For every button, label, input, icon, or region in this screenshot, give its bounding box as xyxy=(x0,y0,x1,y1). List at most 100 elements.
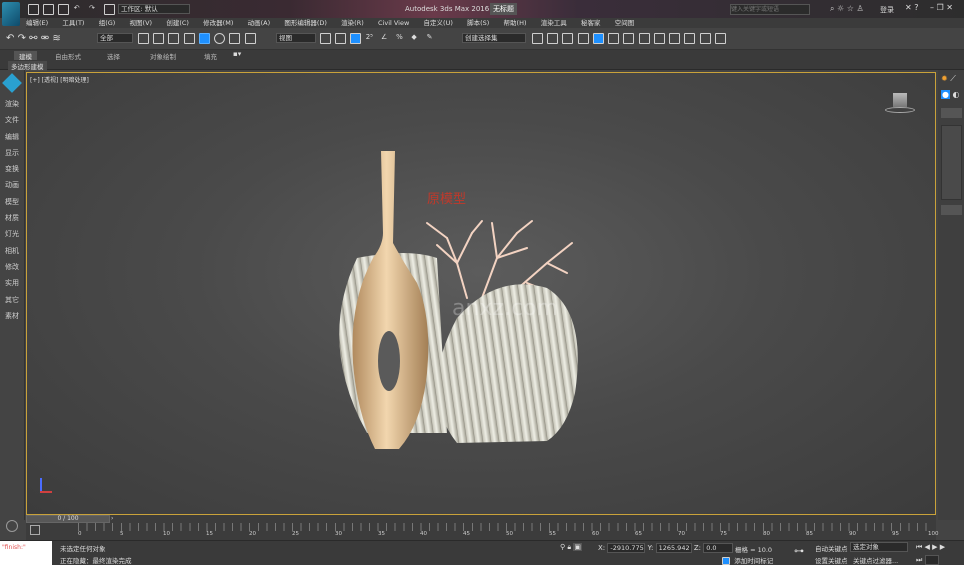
geometry-icon[interactable]: ● xyxy=(941,90,950,99)
perspective-viewport[interactable]: [+] [透视] [明暗处理] 原模型 anxz.com xyxy=(26,72,936,515)
place-icon[interactable] xyxy=(244,33,256,44)
mirror-icon[interactable] xyxy=(532,33,543,44)
open-file-icon[interactable] xyxy=(43,4,55,15)
prev-frame-icon[interactable]: ◀ xyxy=(925,543,930,551)
add-time-tag-icon[interactable] xyxy=(722,557,730,565)
next-frame-icon[interactable]: ▶ xyxy=(940,543,945,551)
menu-item[interactable]: 图形编辑器(D) xyxy=(284,18,327,28)
lock-icon[interactable]: 🔒︎ xyxy=(567,543,571,551)
menu-item[interactable]: 视图(V) xyxy=(130,18,153,28)
x-coord-field[interactable]: -2910.775 xyxy=(607,543,646,553)
left-panel-item[interactable]: 变换 xyxy=(0,161,24,177)
menu-item[interactable]: 自定义(U) xyxy=(424,18,453,28)
layer-manager-icon[interactable] xyxy=(562,33,574,44)
timeline-ticks[interactable] xyxy=(78,523,934,531)
left-panel-item[interactable]: 修改 xyxy=(0,259,24,275)
selection-filter-dropdown[interactable]: 全部 xyxy=(97,33,133,43)
reference-coordinate-dropdown[interactable]: 视图 xyxy=(276,33,316,43)
select-scale-icon[interactable] xyxy=(229,33,241,44)
bind-space-warp-icon[interactable]: ≋ xyxy=(52,33,60,44)
goto-end-icon[interactable]: ⏭ xyxy=(916,556,922,564)
search-input[interactable] xyxy=(730,4,810,15)
auto-key-button[interactable]: 自动关键点 xyxy=(815,543,848,553)
spinner-snap-icon[interactable]: ◆ xyxy=(411,33,422,44)
shapes-icon[interactable]: ◐ xyxy=(953,90,960,99)
left-panel-item[interactable]: 其它 xyxy=(0,292,24,308)
render-production-icon[interactable] xyxy=(669,33,681,44)
create-tab-icon[interactable]: ✹ xyxy=(941,74,948,83)
menu-item[interactable]: 脚本(S) xyxy=(467,18,489,28)
y-coord-field[interactable]: 1265.942 xyxy=(655,543,692,553)
select-object-icon[interactable] xyxy=(138,33,149,44)
minimize-icon[interactable]: – xyxy=(930,3,934,12)
modify-tab-icon[interactable]: ⟋ xyxy=(950,74,956,83)
left-panel-item[interactable]: 显示 xyxy=(0,145,24,161)
community-icon[interactable]: ☼ xyxy=(837,4,844,13)
menu-item[interactable]: 工具(T) xyxy=(62,18,84,28)
named-selection-dropdown[interactable]: 创建选择集 xyxy=(462,33,526,43)
close-icon[interactable]: ✕ xyxy=(946,3,953,12)
current-frame-field[interactable] xyxy=(924,555,939,565)
undo-icon[interactable]: ↶ xyxy=(6,33,14,44)
left-panel-item[interactable]: 渲染 xyxy=(0,96,24,112)
window-crossing-icon[interactable] xyxy=(183,33,195,44)
left-panel-item[interactable]: 模型 xyxy=(0,194,24,210)
z-coord-field[interactable]: 0.0 xyxy=(703,543,734,553)
workspace-dropdown[interactable]: 工作区: 默认 xyxy=(118,4,190,14)
snap-icon[interactable]: 2⁵ xyxy=(366,33,377,44)
unlink-icon[interactable]: ⚮ xyxy=(41,33,49,44)
selected-object-dropdown[interactable]: 选定对象 xyxy=(850,542,908,552)
absolute-mode-icon[interactable]: ▣ xyxy=(573,543,582,551)
project-folder-icon[interactable] xyxy=(104,4,116,15)
isolate-icon[interactable]: ⚲ xyxy=(560,543,565,551)
menu-item[interactable]: 创建(C) xyxy=(166,18,189,28)
ribbon-options-icon[interactable]: ▪▾ xyxy=(233,50,241,58)
goto-start-icon[interactable]: ⏮ xyxy=(916,543,922,551)
time-slider[interactable]: 0 / 100 xyxy=(26,515,110,523)
new-file-icon[interactable] xyxy=(28,4,39,15)
menu-item[interactable]: 渲染工具 xyxy=(541,18,567,28)
left-panel-item[interactable]: 文件 xyxy=(0,112,24,128)
edit-named-sets-icon[interactable]: ✎ xyxy=(427,33,438,44)
left-panel-item[interactable]: 实用 xyxy=(0,275,24,291)
undo-icon[interactable]: ↶ xyxy=(74,4,85,15)
restore-icon[interactable]: ❐ xyxy=(937,3,944,12)
left-panel-item[interactable]: 动画 xyxy=(0,177,24,193)
app-home-icon[interactable] xyxy=(0,70,24,96)
add-time-tag[interactable]: 添加时间标记 xyxy=(734,557,773,565)
keyboard-shortcut-icon[interactable] xyxy=(350,33,362,44)
pivot-center-icon[interactable] xyxy=(320,33,331,44)
left-panel-item[interactable]: 素材 xyxy=(0,308,24,324)
left-panel-item[interactable]: 灯光 xyxy=(0,226,24,242)
login-button[interactable]: 登录 xyxy=(880,5,894,15)
menu-item[interactable]: 帮助(H) xyxy=(504,18,527,28)
menu-item[interactable]: 渲染(R) xyxy=(341,18,364,28)
schematic-view-icon[interactable] xyxy=(608,33,620,44)
material-editor-icon[interactable] xyxy=(623,33,635,44)
curve-editor-icon[interactable] xyxy=(592,33,604,44)
rect-region-icon[interactable] xyxy=(168,33,180,44)
timeline-left-button-icon[interactable] xyxy=(6,520,18,532)
render-iterative-icon[interactable] xyxy=(684,33,696,44)
set-key-button[interactable]: 设置关键点 xyxy=(815,555,848,565)
left-panel-item[interactable]: 相机 xyxy=(0,243,24,259)
render-setup-icon[interactable] xyxy=(638,33,650,44)
teapot-render-icon[interactable] xyxy=(714,33,726,44)
menu-item[interactable]: 空间图 xyxy=(615,18,635,28)
help-icon[interactable]: ? xyxy=(914,3,918,12)
select-by-name-icon[interactable] xyxy=(153,33,165,44)
menu-item[interactable]: 动画(A) xyxy=(248,18,271,28)
mini-curve-toggle-icon[interactable] xyxy=(30,525,40,535)
angle-snap-icon[interactable]: ∠ xyxy=(381,33,392,44)
maxscript-listener[interactable]: "finish:" xyxy=(0,541,52,565)
menu-item[interactable]: 秘客家 xyxy=(581,18,601,28)
set-key-icon[interactable]: ⊶ xyxy=(794,546,804,557)
menu-item[interactable]: 修改器(M) xyxy=(203,18,233,28)
percent-snap-icon[interactable]: % xyxy=(396,33,407,44)
key-filters-button[interactable]: 关键点过滤器... xyxy=(853,555,898,565)
redo-icon[interactable]: ↷ xyxy=(89,4,100,15)
select-manipulate-icon[interactable] xyxy=(335,33,347,44)
toggle-ribbon-icon[interactable] xyxy=(577,33,589,44)
select-move-icon[interactable] xyxy=(198,33,210,44)
menu-item[interactable]: 组(G) xyxy=(99,18,116,28)
